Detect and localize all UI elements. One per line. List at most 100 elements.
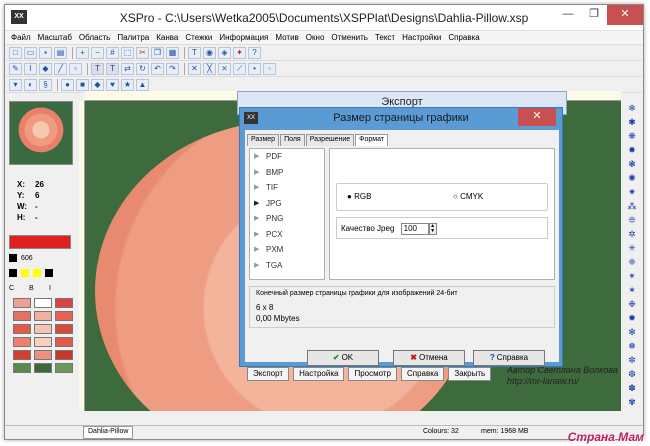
- palette-cell[interactable]: [13, 298, 31, 308]
- menu-motif[interactable]: Мотив: [275, 31, 298, 44]
- color-picker-icon[interactable]: ◐: [24, 78, 37, 91]
- menu-text[interactable]: Текст: [375, 31, 395, 44]
- grid-icon[interactable]: #: [106, 46, 119, 59]
- menu-info[interactable]: Информация: [219, 31, 268, 44]
- star-icon[interactable]: ★: [121, 78, 134, 91]
- palette-cell[interactable]: [34, 337, 52, 347]
- menu-palette[interactable]: Палитра: [117, 31, 149, 44]
- palette-cell[interactable]: [55, 350, 73, 360]
- stitch-icon[interactable]: ❈: [628, 255, 636, 269]
- paste-icon[interactable]: ▦: [166, 46, 179, 59]
- bead-icon[interactable]: ◦: [263, 62, 276, 75]
- minimize-button[interactable]: —: [555, 5, 581, 25]
- close-export-button[interactable]: Закрыть: [448, 367, 492, 381]
- menu-area[interactable]: Область: [79, 31, 110, 44]
- palette-cell[interactable]: [34, 350, 52, 360]
- brush-icon[interactable]: ⌇: [24, 62, 37, 75]
- jpeg-quality-input[interactable]: 100: [400, 223, 429, 235]
- color-icon[interactable]: ◈: [218, 46, 231, 59]
- stitch-icon[interactable]: ✸: [628, 143, 636, 157]
- flip-icon[interactable]: ⇄: [121, 62, 134, 75]
- format-pdf[interactable]: ▶ PDF: [250, 149, 324, 165]
- palette-cell[interactable]: [34, 298, 52, 308]
- stitch-full-icon[interactable]: ✕: [188, 62, 201, 75]
- close-button[interactable]: ✕: [607, 5, 643, 25]
- square-icon[interactable]: ■: [76, 78, 89, 91]
- cut-icon[interactable]: ✂: [136, 46, 149, 59]
- stitch-icon[interactable]: ✻: [628, 325, 636, 339]
- swatch-black2-icon[interactable]: [45, 269, 53, 277]
- stitch-icon[interactable]: ✺: [628, 171, 636, 185]
- stitch-half-icon[interactable]: ╳: [203, 62, 216, 75]
- fill-icon[interactable]: ◆: [39, 62, 52, 75]
- stitch-icon[interactable]: ❉: [628, 297, 636, 311]
- palette-icon[interactable]: ◉: [203, 46, 216, 59]
- stitch-icon[interactable]: ✴: [628, 269, 636, 283]
- heart-icon[interactable]: ♥: [106, 78, 119, 91]
- format-jpg[interactable]: ▶ JPG: [250, 196, 324, 212]
- stitch-icon[interactable]: ❃: [628, 157, 636, 171]
- cmyk-radio[interactable]: ○ CMYK: [453, 192, 483, 201]
- circle-icon[interactable]: ●: [61, 78, 74, 91]
- redo-icon[interactable]: ↷: [166, 62, 179, 75]
- copy-icon[interactable]: ❐: [151, 46, 164, 59]
- stitch-icon[interactable]: ✽: [628, 381, 636, 395]
- format-tga[interactable]: ▶ TGA: [250, 258, 324, 274]
- palette-cell[interactable]: [34, 363, 52, 373]
- palette-cell[interactable]: [13, 363, 31, 373]
- print-icon[interactable]: ▤: [54, 46, 67, 59]
- format-pcx[interactable]: ▶ PCX: [250, 227, 324, 243]
- stitch-icon[interactable]: ❅: [628, 339, 636, 353]
- rgb-radio[interactable]: ● RGB: [347, 192, 371, 201]
- menu-canvas[interactable]: Канва: [156, 31, 178, 44]
- help-dialog-button[interactable]: ? Справка: [473, 350, 545, 366]
- format-bmp[interactable]: ▶ BMP: [250, 165, 324, 181]
- preview-button[interactable]: Просмотр: [348, 367, 397, 381]
- zoom-in-icon[interactable]: +: [76, 46, 89, 59]
- palette-cell[interactable]: [55, 311, 73, 321]
- stitch-icon[interactable]: ✷: [628, 185, 636, 199]
- rotate-icon[interactable]: ↻: [136, 62, 149, 75]
- quality-spinner[interactable]: ▲ ▼: [428, 223, 437, 235]
- symbol-icon[interactable]: §: [39, 78, 52, 91]
- format-png[interactable]: ▶ PNG: [250, 211, 324, 227]
- thumbnail-preview[interactable]: [9, 101, 73, 165]
- cancel-button[interactable]: ✖ Отмена: [393, 350, 465, 366]
- line-icon[interactable]: ╱: [54, 62, 67, 75]
- menu-settings[interactable]: Настройки: [402, 31, 441, 44]
- new-icon[interactable]: □: [9, 46, 22, 59]
- stitch-icon[interactable]: ✾: [628, 395, 636, 409]
- stitch-icon[interactable]: ✱: [628, 115, 636, 129]
- zoom-out-icon[interactable]: −: [91, 46, 104, 59]
- undo-icon[interactable]: ↶: [151, 62, 164, 75]
- eraser-icon[interactable]: ▫: [69, 62, 82, 75]
- diamond-icon[interactable]: ◆: [91, 78, 104, 91]
- text-icon[interactable]: T: [188, 46, 201, 59]
- tab-resolution[interactable]: Разрешение: [305, 134, 355, 146]
- palette-cell[interactable]: [13, 337, 31, 347]
- document-tab[interactable]: Dahlia-Pillow: [83, 426, 134, 439]
- current-color-swatch[interactable]: [9, 235, 71, 249]
- text-tool-icon[interactable]: T: [91, 62, 104, 75]
- stitch-icon[interactable]: ⁂: [628, 199, 637, 213]
- ok-button[interactable]: ✔ OK: [307, 350, 379, 366]
- menu-window[interactable]: Окно: [306, 31, 325, 44]
- format-tif[interactable]: ▶ TIF: [250, 180, 324, 196]
- palette-cell[interactable]: [55, 324, 73, 334]
- pencil-icon[interactable]: ✎: [9, 62, 22, 75]
- black-swatch-icon[interactable]: [9, 254, 17, 262]
- menu-help[interactable]: Справка: [448, 31, 479, 44]
- pin-icon[interactable]: ✦: [233, 46, 246, 59]
- text-tool2-icon[interactable]: T: [106, 62, 119, 75]
- format-pxm[interactable]: ▶ PXM: [250, 242, 324, 258]
- palette-cell[interactable]: [13, 324, 31, 334]
- swatch-yellow2-icon[interactable]: [33, 269, 41, 277]
- stitch-icon[interactable]: ✳: [628, 241, 636, 255]
- stitch-icon[interactable]: ✲: [628, 227, 636, 241]
- menu-file[interactable]: Файл: [11, 31, 31, 44]
- stitch-icon[interactable]: ❋: [628, 129, 636, 143]
- menu-undo[interactable]: Отменить: [331, 31, 368, 44]
- tab-format[interactable]: Формат: [355, 134, 389, 146]
- palette-cell[interactable]: [13, 311, 31, 321]
- stitch-icon[interactable]: ❄: [628, 101, 636, 115]
